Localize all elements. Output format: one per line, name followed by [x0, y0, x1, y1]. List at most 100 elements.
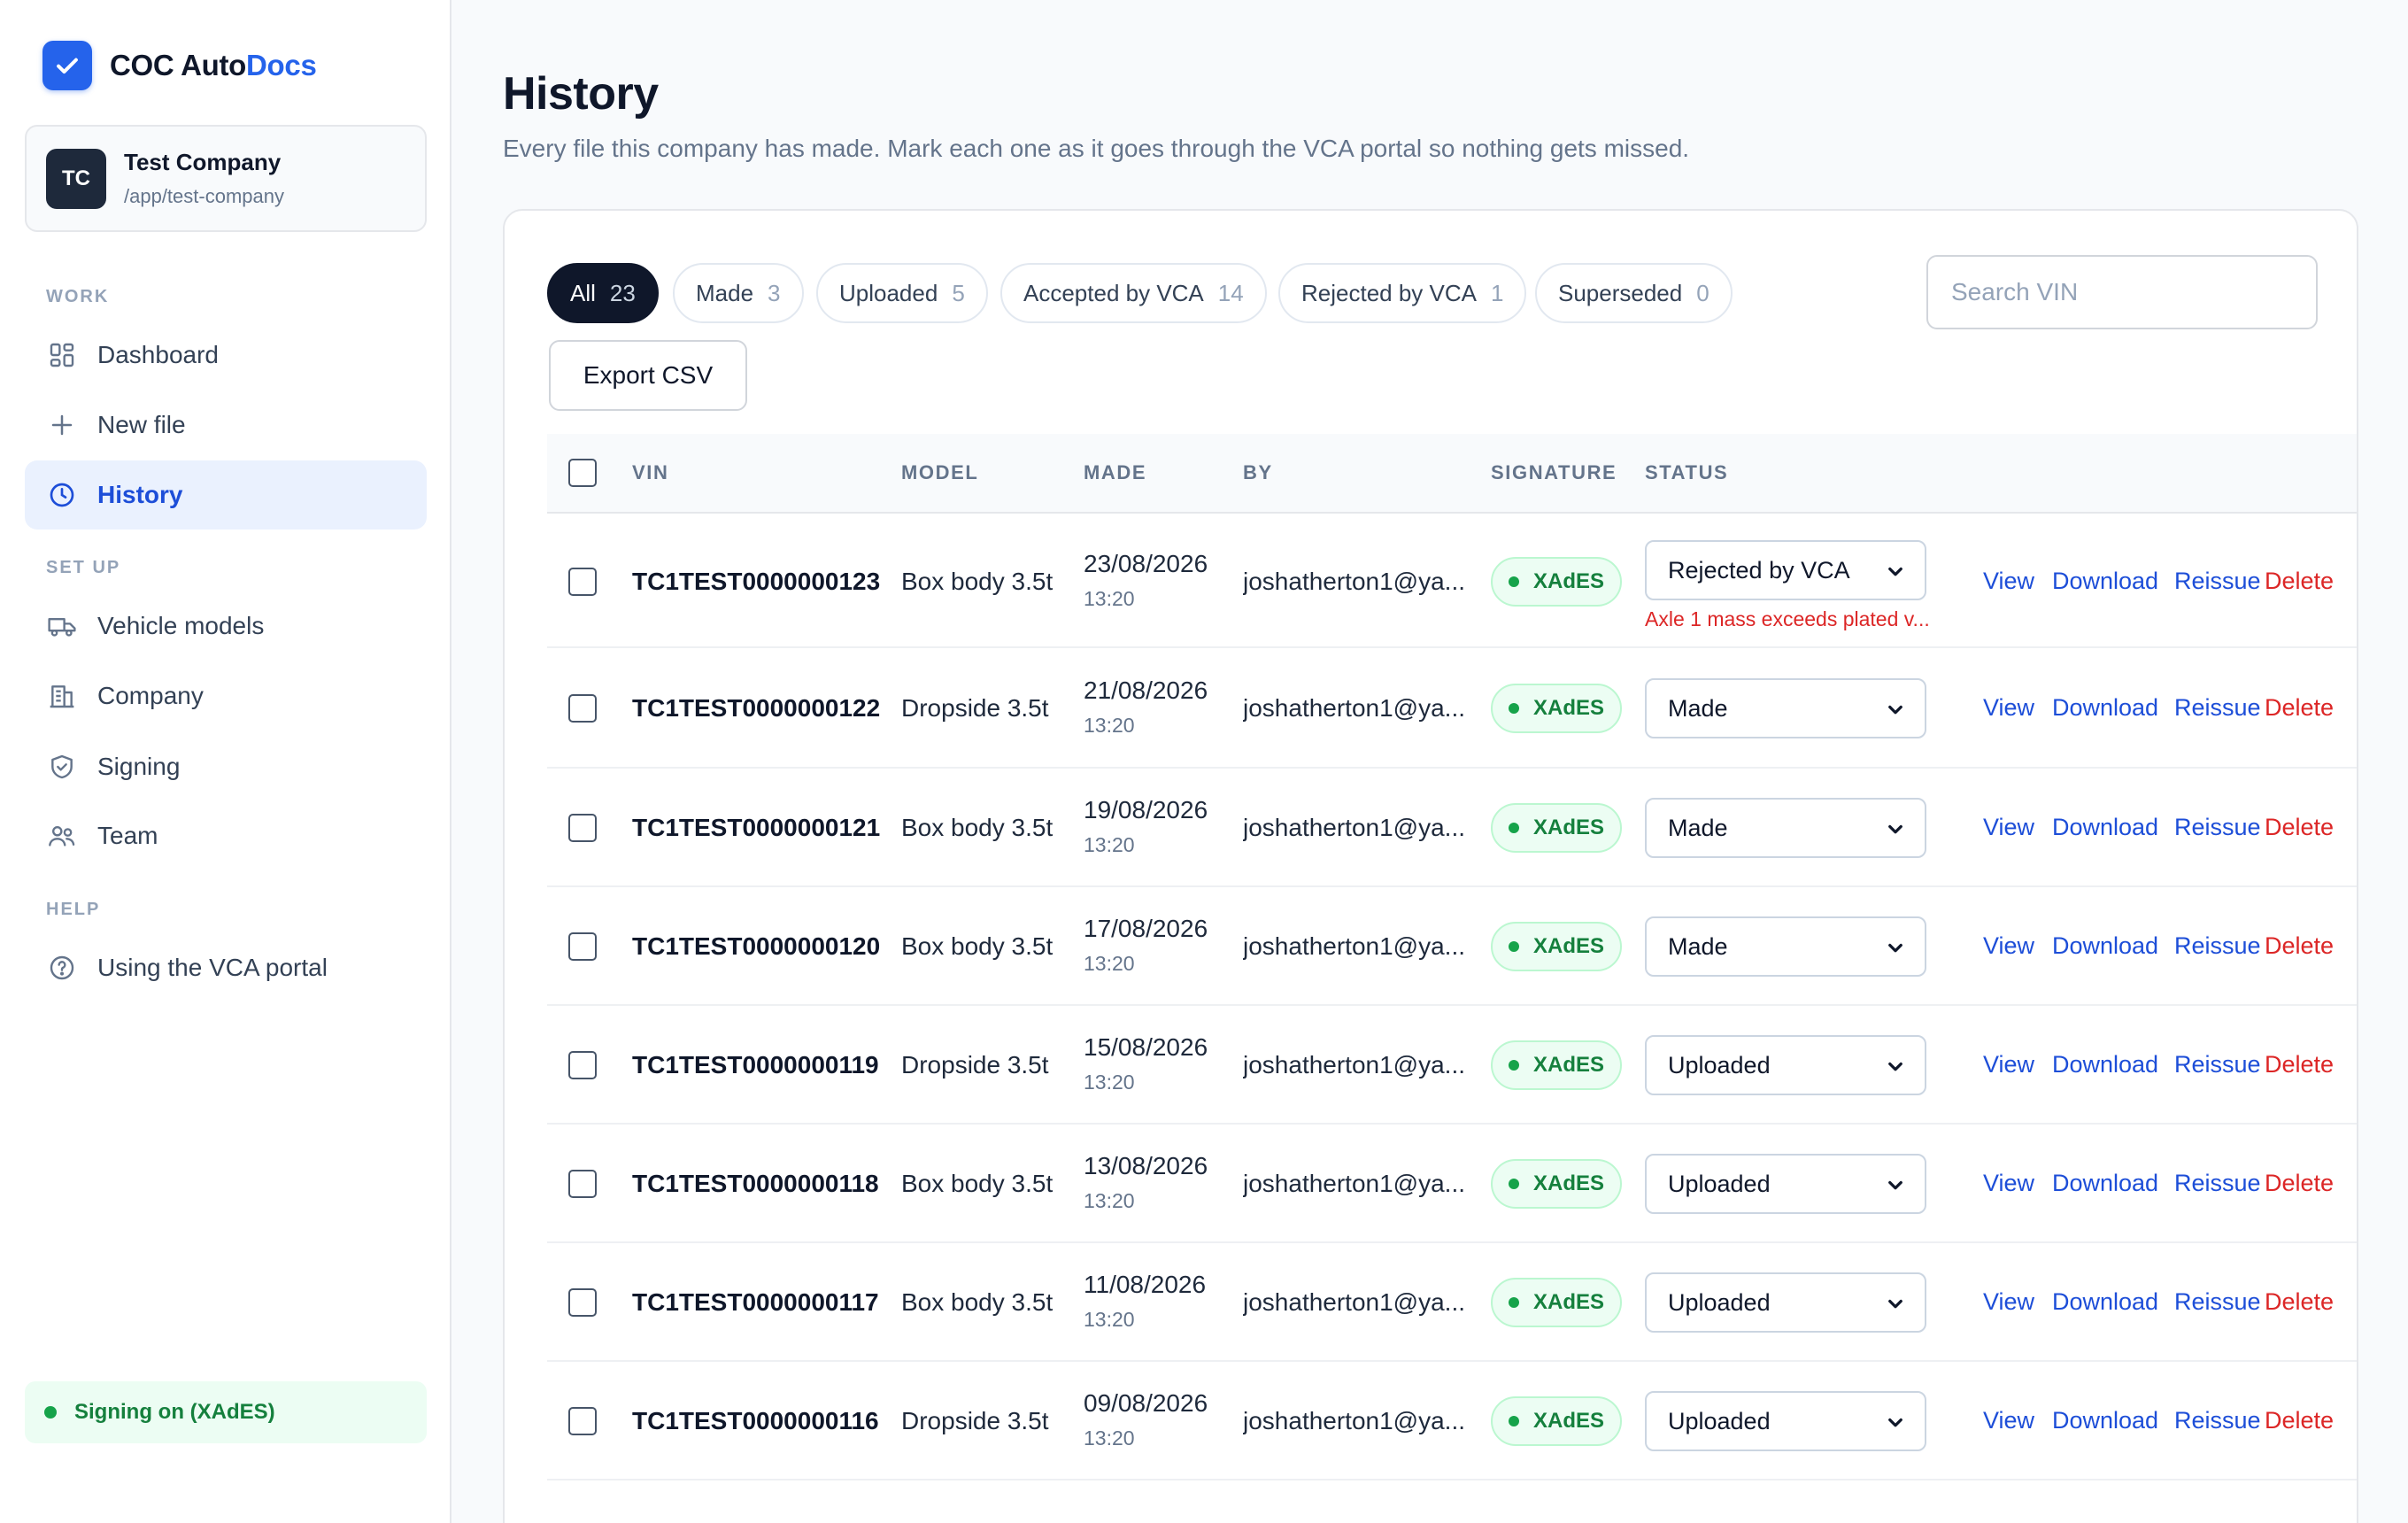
delete-link[interactable]: Delete	[2265, 1288, 2334, 1316]
table-row: TC1TEST0000000120 Box body 3.5t 17/08/2026…	[547, 887, 2357, 1006]
sidebar-item-dashboard[interactable]: Dashboard	[25, 321, 427, 390]
view-link[interactable]: View	[1983, 1407, 2034, 1434]
status-select[interactable]: Rejected by VCA	[1645, 540, 1926, 600]
sidebar-item-signing[interactable]: Signing	[25, 732, 427, 801]
status-select[interactable]: Uploaded	[1645, 1154, 1926, 1214]
delete-link[interactable]: Delete	[2265, 1407, 2334, 1434]
tab-uploaded[interactable]: Uploaded 5	[816, 263, 988, 323]
brand[interactable]: COC AutoDocs	[42, 41, 317, 90]
download-link[interactable]: Download	[2052, 694, 2158, 722]
download-link[interactable]: Download	[2052, 1170, 2158, 1197]
table-row: TC1TEST0000000117 Box body 3.5t 11/08/2026…	[547, 1243, 2357, 1362]
sidebar-item-vehicle-models[interactable]: Vehicle models	[25, 591, 427, 661]
delete-link[interactable]: Delete	[2265, 814, 2334, 841]
table-row: TC1TEST0000000118 Box body 3.5t 13/08/2026…	[547, 1125, 2357, 1243]
view-link[interactable]: View	[1983, 694, 2034, 722]
signature-badge: XAdES	[1491, 922, 1623, 971]
status-select[interactable]: Uploaded	[1645, 1272, 1926, 1333]
chevron-down-icon	[1882, 558, 1909, 591]
sidebar-item-team[interactable]: Team	[25, 801, 427, 870]
status-select[interactable]: Made	[1645, 678, 1926, 738]
tab-made[interactable]: Made 3	[673, 263, 804, 323]
tab-label: Accepted by VCA	[1023, 279, 1204, 306]
download-link[interactable]: Download	[2052, 1051, 2158, 1078]
nav-section-work: WORK	[46, 287, 110, 306]
model-cell: Box body 3.5t	[901, 932, 1054, 960]
signature-dot-icon	[1509, 823, 1519, 833]
download-link[interactable]: Download	[2052, 932, 2158, 960]
delete-link[interactable]: Delete	[2265, 568, 2334, 595]
reissue-link[interactable]: Reissue	[2174, 1170, 2261, 1197]
reissue-link[interactable]: Reissue	[2174, 932, 2261, 960]
made-date: 11/08/2026	[1084, 1271, 1207, 1298]
reissue-link[interactable]: Reissue	[2174, 814, 2261, 841]
view-link[interactable]: View	[1983, 1051, 2034, 1078]
row-checkbox[interactable]	[568, 694, 597, 723]
reissue-link[interactable]: Reissue	[2174, 1051, 2261, 1078]
column-header-model: MODEL	[901, 461, 979, 483]
export-csv-button[interactable]: Export CSV	[549, 340, 747, 411]
signature-badge: XAdES	[1491, 557, 1623, 607]
reissue-link[interactable]: Reissue	[2174, 568, 2261, 595]
status-select[interactable]: Uploaded	[1645, 1391, 1926, 1451]
vin-cell: TC1TEST0000000118	[632, 1170, 879, 1197]
status-value: Uploaded	[1668, 1407, 1771, 1434]
row-checkbox[interactable]	[568, 1170, 597, 1198]
row-checkbox[interactable]	[568, 1288, 597, 1317]
building-icon	[46, 680, 78, 712]
search-vin-input[interactable]	[1926, 255, 2318, 329]
select-all-checkbox[interactable]	[568, 459, 597, 487]
reissue-link[interactable]: Reissue	[2174, 1407, 2261, 1434]
signature-badge: XAdES	[1491, 1278, 1623, 1327]
company-path: /app/test-company	[124, 185, 284, 207]
users-icon	[46, 820, 78, 852]
tab-label: Superseded	[1558, 279, 1683, 306]
delete-link[interactable]: Delete	[2265, 694, 2334, 722]
company-switcher[interactable]: TC Test Company /app/test-company	[25, 125, 427, 232]
tab-accepted-by-vca[interactable]: Accepted by VCA 14	[1000, 263, 1267, 323]
vin-cell: TC1TEST0000000119	[632, 1051, 879, 1078]
status-select[interactable]: Made	[1645, 916, 1926, 977]
signing-status-badge: Signing on (XAdES)	[25, 1381, 427, 1443]
signature-label: XAdES	[1533, 816, 1605, 839]
status-select[interactable]: Made	[1645, 798, 1926, 858]
sidebar-item-vca-portal[interactable]: Using the VCA portal	[25, 933, 427, 1002]
view-link[interactable]: View	[1983, 814, 2034, 841]
sidebar-item-label: New file	[97, 411, 186, 438]
made-time: 13:20	[1084, 952, 1135, 975]
brand-name-prefix: COC Auto	[110, 49, 247, 81]
row-checkbox[interactable]	[568, 568, 597, 596]
download-link[interactable]: Download	[2052, 814, 2158, 841]
sidebar-item-company[interactable]: Company	[25, 661, 427, 731]
model-cell: Box body 3.5t	[901, 814, 1054, 841]
view-link[interactable]: View	[1983, 932, 2034, 960]
download-link[interactable]: Download	[2052, 568, 2158, 595]
delete-link[interactable]: Delete	[2265, 1051, 2334, 1078]
view-link[interactable]: View	[1983, 1170, 2034, 1197]
tab-count: 0	[1696, 279, 1710, 306]
made-cell: 15/08/2026 13:20	[1084, 1033, 1208, 1094]
tab-label: Uploaded	[839, 279, 938, 306]
download-link[interactable]: Download	[2052, 1407, 2158, 1434]
tab-superseded[interactable]: Superseded 0	[1535, 263, 1733, 323]
view-link[interactable]: View	[1983, 1288, 2034, 1316]
delete-link[interactable]: Delete	[2265, 1170, 2334, 1197]
reissue-link[interactable]: Reissue	[2174, 694, 2261, 722]
download-link[interactable]: Download	[2052, 1288, 2158, 1316]
tab-all[interactable]: All 23	[547, 263, 659, 323]
row-checkbox[interactable]	[568, 932, 597, 961]
row-checkbox[interactable]	[568, 1051, 597, 1079]
sidebar-item-history[interactable]: History	[25, 460, 427, 530]
delete-link[interactable]: Delete	[2265, 932, 2334, 960]
tab-count: 1	[1490, 279, 1504, 306]
made-cell: 21/08/2026 13:20	[1084, 676, 1208, 738]
reissue-link[interactable]: Reissue	[2174, 1288, 2261, 1316]
status-select[interactable]: Uploaded	[1645, 1035, 1926, 1095]
tab-rejected-by-vca[interactable]: Rejected by VCA 1	[1278, 263, 1527, 323]
signature-dot-icon	[1509, 703, 1519, 714]
made-time: 13:20	[1084, 833, 1135, 856]
row-checkbox[interactable]	[568, 1407, 597, 1435]
row-checkbox[interactable]	[568, 814, 597, 842]
sidebar-item-new-file[interactable]: New file	[25, 390, 427, 460]
view-link[interactable]: View	[1983, 568, 2034, 595]
